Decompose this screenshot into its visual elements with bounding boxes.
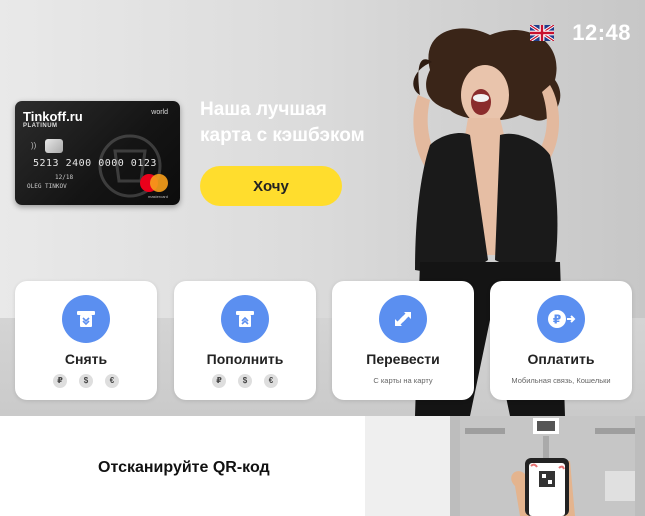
- dollar-badge: $: [79, 374, 93, 388]
- clock: 12:48: [572, 20, 631, 45]
- action-tile-transfer[interactable]: Перевести С карты на карту: [332, 281, 474, 400]
- qr-scan-illustration: [365, 416, 645, 516]
- tile-label: Оплатить: [527, 351, 595, 367]
- dollar-badge: $: [238, 374, 252, 388]
- card-network: mastercard: [147, 194, 168, 199]
- svg-text:₽: ₽: [553, 313, 561, 327]
- card-holder: OLEG TINKOV: [27, 183, 67, 190]
- transfer-arrows-icon: [379, 295, 427, 343]
- card-expiry: 12/18: [55, 174, 74, 181]
- tile-label: Пополнить: [206, 351, 284, 367]
- want-card-button[interactable]: Хочу: [200, 166, 342, 206]
- uk-flag-icon[interactable]: [530, 25, 555, 41]
- euro-badge: €: [105, 374, 119, 388]
- promo-title: Наша лучшая карта с кэшбэком: [200, 97, 420, 149]
- tile-label: Перевести: [366, 351, 440, 367]
- mastercard-logo-icon: [140, 174, 168, 192]
- tile-subtitle: С карты на карту: [373, 376, 433, 385]
- currency-list: ₽ $ €: [174, 374, 316, 388]
- action-tile-pay[interactable]: ₽ Оплатить Мобильная связь, Кошельки: [490, 281, 632, 400]
- euro-badge: €: [264, 374, 278, 388]
- card-number: 5213 2400 0000 0123: [33, 158, 157, 169]
- promo-bank-card[interactable]: Tinkoff.ru PLATINUM world )) 5213 2400 0…: [15, 101, 180, 205]
- atm-withdraw-icon: [62, 295, 110, 343]
- qr-scan-instruction: Отсканируйте QR-код: [98, 459, 270, 476]
- card-tier: PLATINUM: [23, 123, 58, 129]
- promo-title-line: карта с кэшбэком: [200, 125, 365, 146]
- contactless-icon: )): [31, 141, 37, 150]
- promo-title-line: Наша лучшая: [200, 99, 327, 120]
- ruble-badge: ₽: [53, 374, 67, 388]
- card-chip-icon: [45, 139, 63, 153]
- status-bar: 12:48: [530, 20, 631, 46]
- action-tile-withdraw[interactable]: Снять ₽ $ €: [15, 281, 157, 400]
- tile-label: Снять: [64, 351, 108, 367]
- currency-list: ₽ $ €: [15, 374, 157, 388]
- tile-subtitle: Мобильная связь, Кошельки: [511, 376, 611, 385]
- card-brand: Tinkoff.ru: [23, 109, 83, 124]
- action-tile-deposit[interactable]: Пополнить ₽ $ €: [174, 281, 316, 400]
- ruble-badge: ₽: [212, 374, 226, 388]
- card-network-tier: world: [151, 109, 168, 116]
- atm-deposit-icon: [221, 295, 269, 343]
- ruble-pay-icon: ₽: [537, 295, 585, 343]
